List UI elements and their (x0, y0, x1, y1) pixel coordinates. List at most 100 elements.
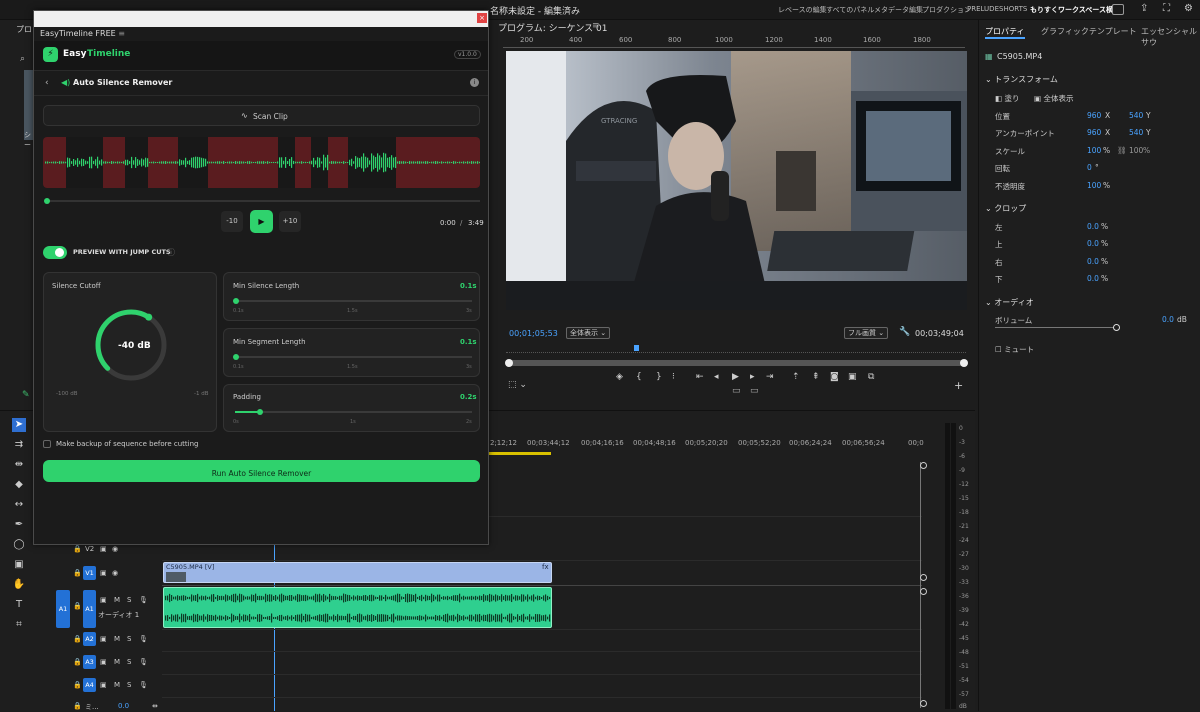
lock-icon[interactable]: 🔒 (73, 658, 82, 666)
goto-in-icon[interactable]: ⇤ (696, 372, 704, 382)
program-video-frame[interactable]: GTRACING (506, 51, 967, 310)
workspace-tab-2[interactable]: メタデータ編集 (874, 5, 923, 15)
zoom-select[interactable]: 全体表示 ⌄ (566, 327, 611, 339)
preview-toggle[interactable] (43, 246, 67, 259)
type-icon[interactable]: T (12, 598, 26, 612)
solo-button[interactable]: S (127, 596, 131, 604)
safe-margins-icon[interactable]: ▭ (732, 386, 741, 396)
mute-button[interactable]: M (114, 681, 120, 689)
share-icon[interactable]: ⇪ (1140, 3, 1148, 14)
panel-tab-menu-icon[interactable]: ≡ (118, 29, 125, 38)
anchor-x[interactable]: 960 (1087, 128, 1101, 137)
lock-icon[interactable]: 🔒 (73, 569, 82, 577)
help-icon[interactable]: ⓘ (167, 247, 175, 258)
eye-icon[interactable]: ◉ (112, 545, 118, 553)
solo-button[interactable]: S (127, 635, 131, 643)
padding-slider[interactable] (235, 411, 472, 413)
add-button-icon[interactable]: + (954, 379, 963, 392)
lock-icon[interactable]: 🔒 (73, 702, 82, 710)
volume-value[interactable]: 0.0 (1162, 315, 1174, 324)
work-area-bar[interactable] (489, 452, 551, 455)
wrench-icon[interactable]: 🔧 (899, 327, 910, 337)
vr-icon[interactable]: ▭ (750, 386, 759, 396)
film-icon[interactable]: ▣ (100, 635, 107, 643)
timeline-vscroll[interactable] (920, 462, 925, 708)
workspace-tab-1[interactable]: すべてのパネル (826, 5, 874, 15)
button-editor-icon[interactable]: ⧉ (868, 372, 874, 382)
track-target-v1[interactable]: V1 (83, 566, 96, 580)
mute-button[interactable]: M (114, 596, 120, 604)
solo-button[interactable]: S (127, 658, 131, 666)
film-icon[interactable]: ▣ (100, 569, 107, 577)
preview-progress-handle[interactable] (44, 198, 50, 204)
rotation-value[interactable]: 0 (1087, 163, 1092, 172)
tab-essential-sound[interactable]: エッセンシャルサウ (1141, 26, 1200, 48)
track-select-icon[interactable]: ⇉ (12, 438, 26, 452)
vscroll-handle[interactable] (920, 574, 927, 581)
eye-icon[interactable]: ◉ (112, 569, 118, 577)
forward-10-button[interactable]: +10 (279, 211, 301, 232)
mic-icon[interactable]: 🎙 (139, 596, 148, 604)
tab-properties[interactable]: プロパティ (985, 26, 1025, 39)
lock-icon[interactable]: 🔒 (73, 681, 82, 689)
lock-icon[interactable]: 🔒 (73, 602, 82, 610)
source-patch-a1[interactable]: A1 (56, 590, 70, 628)
workspace-tab-5[interactable]: SHORTS (999, 5, 1027, 13)
lift-icon[interactable]: ⇡ (792, 372, 800, 382)
mark-out-icon[interactable]: } (656, 372, 662, 382)
info-icon[interactable]: i (470, 78, 479, 87)
film-icon[interactable]: ▣ (100, 545, 107, 553)
back-icon[interactable]: ‹ (45, 78, 49, 88)
link-icon[interactable]: ⛓ (1117, 146, 1127, 155)
track-target-a3[interactable]: A3 (83, 655, 96, 669)
zoom-scrollbar[interactable] (506, 360, 966, 366)
scrollbar-handle-left[interactable] (505, 359, 513, 367)
crop-top-value[interactable]: 0.0 (1087, 239, 1099, 248)
workspace-menu-icon[interactable] (1112, 4, 1124, 15)
shape-icon[interactable]: ◯ (12, 538, 26, 552)
slip-icon[interactable]: ↔ (12, 498, 26, 512)
step-forward-icon[interactable]: ▸ (750, 372, 755, 382)
hand-icon[interactable]: ✋ (12, 578, 26, 592)
panel-tab[interactable]: EasyTimeline FREE ≡ (34, 27, 488, 41)
search-icon[interactable]: ⌕ (20, 54, 25, 64)
audio-header[interactable]: ⌄ オーディオ (985, 297, 1034, 308)
scale-value[interactable]: 100 (1087, 146, 1101, 155)
quality-select[interactable]: フル画質 ⌄ (844, 327, 889, 339)
waveform-preview[interactable] (43, 137, 480, 188)
fill-option[interactable]: ◧ 塗り (995, 93, 1019, 104)
volume-slider[interactable] (995, 327, 1115, 328)
film-icon[interactable]: ▣ (100, 658, 107, 666)
mic-icon[interactable]: 🎙 (139, 681, 148, 689)
close-icon[interactable]: × (477, 13, 487, 23)
min-segment-handle[interactable] (233, 354, 239, 360)
rewind-10-button[interactable]: -10 (221, 211, 243, 232)
mute-button[interactable]: M (114, 635, 120, 643)
backup-checkbox[interactable] (43, 440, 51, 448)
settings-icon[interactable]: ⚙ (1184, 3, 1193, 14)
clear-icon[interactable]: ⁝ (672, 372, 675, 382)
crop-right-value[interactable]: 0.0 (1087, 257, 1099, 266)
current-timecode[interactable]: 00;01;05;53 (509, 329, 558, 338)
pencil-icon[interactable]: ✎ (22, 390, 30, 400)
anchor-y[interactable]: 540 (1129, 128, 1143, 137)
step-back-icon[interactable]: ◂ (714, 372, 719, 382)
goto-out-icon[interactable]: ⇥ (766, 372, 774, 382)
vscroll-handle[interactable] (920, 588, 927, 595)
fullscreen-icon[interactable]: ⛶ (1163, 3, 1170, 14)
rect-icon[interactable]: ▣ (12, 558, 26, 572)
mark-in-icon[interactable]: { (636, 372, 642, 382)
play-icon[interactable]: ▶ (732, 372, 739, 382)
scrollbar-handle-right[interactable] (960, 359, 968, 367)
film-icon[interactable]: ▣ (100, 596, 107, 604)
min-segment-slider[interactable] (235, 356, 472, 358)
min-silence-slider[interactable] (235, 300, 472, 302)
comparison-icon[interactable]: ▣ (848, 372, 857, 382)
crop-bottom-value[interactable]: 0.0 (1087, 274, 1099, 283)
transform-header[interactable]: ⌄ トランスフォーム (985, 74, 1058, 85)
program-scrubber[interactable] (505, 345, 968, 367)
min-silence-handle[interactable] (233, 298, 239, 304)
mute-checkbox[interactable]: ☐ ミュート (995, 344, 1034, 355)
crop-left-value[interactable]: 0.0 (1087, 222, 1099, 231)
fit-option[interactable]: ▣ 全体表示 (1034, 93, 1073, 104)
